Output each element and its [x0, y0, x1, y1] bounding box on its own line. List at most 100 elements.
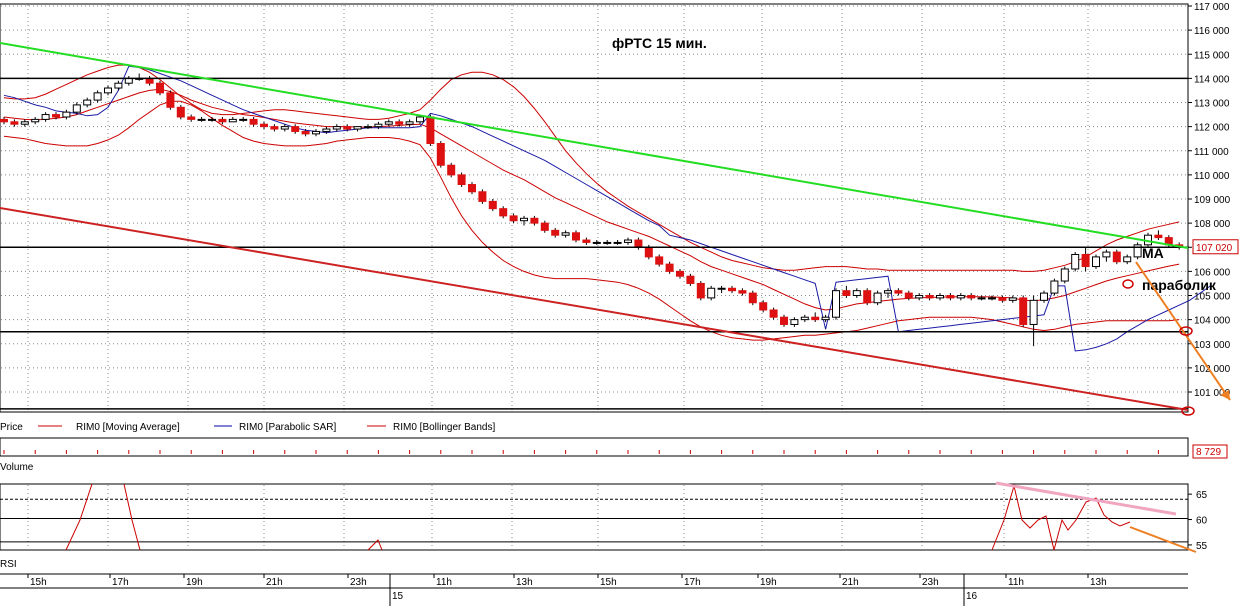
candle-body: [488, 200, 497, 210]
candle-body: [447, 164, 456, 176]
price-tick-label: 103 000: [1194, 340, 1231, 351]
background: [0, 0, 1240, 606]
price-tick-label: 111 000: [1194, 147, 1229, 158]
annotation-ma: MA: [1142, 245, 1164, 261]
price-tick-label: 116 000: [1194, 26, 1230, 37]
legend-bb: RIM0 [Bollinger Bands]: [393, 422, 495, 433]
candle-body: [728, 287, 736, 292]
candle-body: [270, 126, 279, 130]
price-tick-label: 115 000: [1194, 50, 1230, 61]
candle-body: [780, 316, 788, 325]
price-tick-label: 112 000: [1194, 123, 1230, 134]
candle-body: [696, 282, 705, 299]
chart-svg: 117 000 116 000 115 000 114 000 113 000 112 0…: [0, 0, 1240, 606]
candle-body: [395, 121, 404, 125]
time-tick-label: 21h: [266, 577, 283, 588]
price-tick-label: 105 000: [1194, 292, 1231, 303]
candle-body: [540, 222, 549, 231]
rsi-label: RSI: [0, 559, 17, 570]
candle-body: [800, 316, 809, 321]
candle-body: [873, 292, 882, 304]
candle-body: [915, 295, 924, 299]
last-price-marker: 107 020: [1192, 239, 1239, 255]
time-tick-label: 13h: [1090, 577, 1107, 588]
candle-body: [156, 82, 164, 94]
candle-body: [613, 241, 622, 244]
volume-label: Volume: [0, 462, 34, 473]
candle-body: [93, 92, 102, 101]
candle-body: [551, 229, 560, 236]
candle-body: [748, 292, 757, 304]
time-tick-label: 11h: [436, 577, 452, 588]
candle-body: [655, 256, 664, 265]
candle-body: [41, 114, 50, 120]
candle-body: [644, 246, 653, 258]
candle-body: [364, 126, 372, 129]
date-label: 16: [966, 591, 978, 602]
candle-body: [499, 208, 508, 217]
candle-body: [426, 116, 435, 145]
candle-body: [707, 287, 716, 299]
candle-body: [572, 232, 580, 241]
candle-body: [832, 290, 840, 318]
candle-body: [384, 121, 393, 125]
candle-body: [665, 263, 674, 272]
candle-body: [946, 295, 955, 299]
price-tick-label: 109 000: [1194, 195, 1231, 206]
price-tick-label: 110 000: [1194, 171, 1230, 182]
candle-body: [291, 126, 300, 132]
candle-body: [717, 287, 726, 290]
candle-body: [332, 126, 341, 130]
candle-body: [166, 92, 175, 108]
time-tick-label: 23h: [350, 577, 367, 588]
time-tick-label: 17h: [112, 577, 129, 588]
candle-body: [83, 99, 92, 106]
candle-body: [353, 126, 362, 130]
candle-body: [280, 126, 289, 130]
candle-body: [1008, 297, 1017, 301]
candle-body: [62, 111, 71, 118]
candle-body: [530, 217, 539, 224]
last-price-label: 107 020: [1196, 243, 1233, 254]
candle-body: [20, 121, 29, 125]
candle-body: [52, 114, 60, 118]
candle-body: [1040, 292, 1048, 301]
candle-body: [582, 239, 591, 243]
candle-body: [1112, 251, 1121, 263]
candle-body: [769, 309, 778, 318]
time-tick-label: 11h: [1008, 577, 1024, 588]
candle-body: [343, 126, 352, 130]
candle-body: [1102, 251, 1111, 258]
time-tick-label: 23h: [922, 577, 939, 588]
candle-body: [884, 290, 892, 294]
candle-body: [561, 232, 570, 236]
candle-body: [998, 297, 1007, 301]
candle-body: [956, 295, 965, 299]
legend-ma: RIM0 [Moving Average]: [76, 422, 180, 433]
candle-body: [967, 295, 976, 299]
candle-body: [72, 104, 81, 113]
candle-body: [312, 130, 320, 135]
time-tick-label: 13h: [516, 577, 533, 588]
candle-body: [1050, 280, 1059, 294]
candle-body: [468, 184, 476, 193]
candle-body: [104, 87, 112, 94]
candle-body: [187, 116, 196, 120]
candle-body: [790, 319, 799, 325]
candle-body: [904, 292, 913, 299]
chart-title: фРТС 15 мин.: [612, 35, 707, 51]
candle-body: [520, 217, 528, 222]
candle-body: [977, 297, 986, 300]
candle-body: [509, 215, 518, 222]
candle-body: [1154, 234, 1163, 239]
annotation-sar: параболик: [1142, 277, 1217, 293]
candle-body: [10, 121, 19, 125]
volume-last-label: 8 729: [1196, 447, 1221, 458]
candle-body: [1029, 299, 1038, 325]
candle-body: [925, 295, 934, 299]
candle-body: [1060, 268, 1069, 282]
candle-body: [208, 118, 216, 121]
candle-body: [436, 143, 445, 166]
candle-body: [936, 295, 944, 299]
candle-body: [624, 239, 632, 243]
